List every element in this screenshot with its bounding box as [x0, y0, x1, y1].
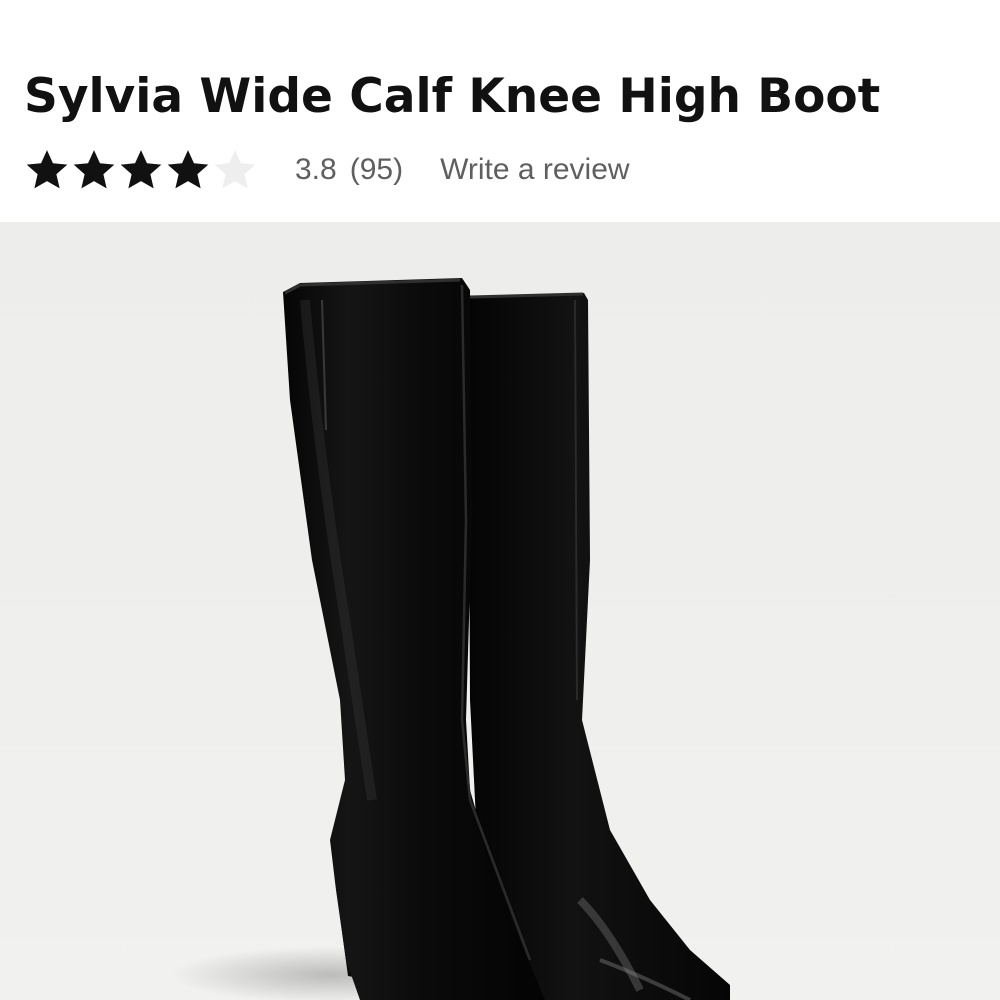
- star-empty-icon: [214, 150, 256, 189]
- product-image[interactable]: [0, 222, 1000, 1000]
- star-filled-icon: [26, 150, 68, 189]
- star-filled-icon: [120, 150, 162, 189]
- star-rating[interactable]: [24, 147, 258, 193]
- rating-row: 3.8 (95) Write a review: [24, 142, 630, 198]
- right-boot: [468, 293, 730, 1000]
- boots-illustration: [170, 278, 730, 1000]
- product-header: Sylvia Wide Calf Knee High Boot 3.8 (95)…: [0, 0, 1000, 222]
- star-filled-icon: [73, 150, 115, 189]
- write-review-link[interactable]: Write a review: [440, 153, 630, 187]
- review-count[interactable]: (95): [350, 153, 403, 187]
- rating-value: 3.8: [295, 153, 337, 186]
- product-title: Sylvia Wide Calf Knee High Boot: [24, 69, 881, 124]
- star-filled-icon: [167, 150, 209, 189]
